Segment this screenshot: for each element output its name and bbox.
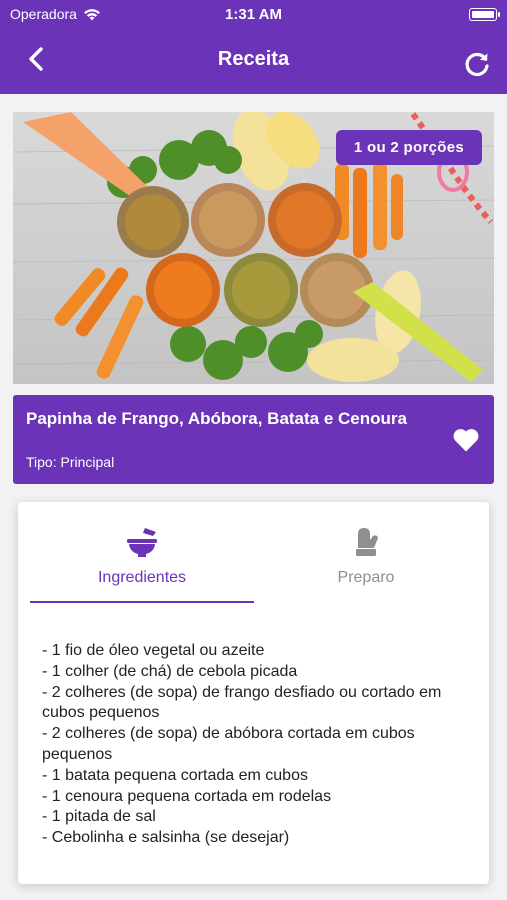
- ingredient-item: - 2 colheres (de sopa) de frango desfiad…: [42, 683, 442, 722]
- refresh-button[interactable]: [463, 50, 491, 78]
- recipe-photo: 1 ou 2 porções: [13, 112, 494, 384]
- portion-badge: 1 ou 2 porções: [335, 130, 482, 165]
- tab-preparo-label: Preparo: [337, 569, 395, 586]
- battery-icon: [469, 8, 500, 21]
- header: Operadora 1:31 AM Receita: [0, 0, 507, 94]
- active-tab-indicator: [30, 601, 254, 603]
- ingredient-item: - 1 colher (de chá) de cebola picada: [42, 662, 298, 680]
- recipe-title-card: Papinha de Frango, Abóbora, Batata e Cen…: [13, 395, 494, 484]
- tab-ingredientes[interactable]: Ingredientes: [30, 502, 254, 604]
- tab-ingredientes-label: Ingredientes: [97, 569, 187, 586]
- ingredient-item: - 1 pitada de sal: [42, 808, 156, 826]
- favorite-button[interactable]: [452, 427, 480, 453]
- oven-mitt-icon: [356, 528, 378, 556]
- ingredient-item: - 1 fio de óleo vegetal ou azeite: [42, 642, 265, 659]
- mortar-pestle-icon: [127, 528, 157, 557]
- status-bar: Operadora 1:31 AM: [0, 0, 507, 28]
- recipe-title: Papinha de Frango, Abóbora, Batata e Cen…: [26, 409, 407, 428]
- page-title: Receita: [217, 48, 290, 70]
- recipe-type: Tipo: Principal: [26, 454, 115, 470]
- ingredient-item: - 2 colheres (de sopa) de abóbora cortad…: [42, 725, 415, 763]
- navigation-bar: Receita: [0, 36, 507, 84]
- recipe-screen: Operadora 1:31 AM Receita 1 ou 2 porções…: [0, 0, 507, 900]
- recipe-details-card: Ingredientes Preparo - 1 fio de óleo veg…: [18, 502, 489, 884]
- ingredient-item: - Cebolinha e salsinha (se desejar): [42, 829, 290, 847]
- ingredient-item: - 1 cenoura pequena cortada em rodelas: [42, 787, 332, 805]
- ingredient-item: - 1 batata pequena cortada em cubos: [42, 766, 308, 784]
- ingredients-list: - 1 fio de óleo vegetal ou azeite - 1 co…: [42, 641, 472, 849]
- status-time: 1:31 AM: [225, 6, 282, 23]
- tab-preparo[interactable]: Preparo: [254, 502, 478, 604]
